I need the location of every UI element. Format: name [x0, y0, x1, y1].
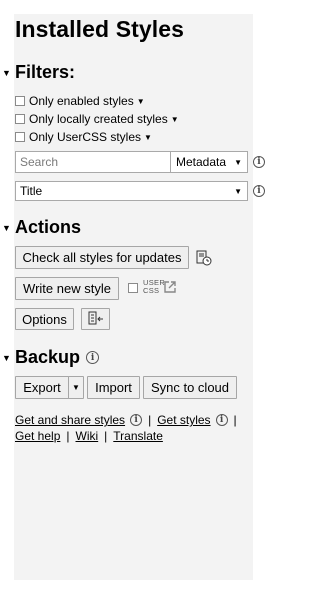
manager-options-icon-button[interactable]	[81, 308, 110, 330]
links-row-1: Get and share styles i | Get styles i |	[15, 413, 243, 427]
write-new-style-label: Write new style	[23, 281, 111, 296]
actions-heading: Actions	[15, 217, 82, 237]
filter-usercss[interactable]: Only UserCSS styles ▼	[15, 130, 152, 144]
link-separator: |	[66, 429, 70, 443]
page-title: Installed Styles	[15, 16, 185, 42]
filter-usercss-label: Only UserCSS styles	[29, 130, 142, 144]
collapse-triangle-icon: ▼	[2, 222, 11, 233]
external-link-icon[interactable]	[163, 280, 177, 299]
filter-enabled-checkbox[interactable]	[15, 96, 25, 106]
collapse-triangle-icon: ▼	[2, 352, 11, 363]
filter-enabled-label: Only enabled styles	[29, 94, 134, 108]
search-input[interactable]: Search	[15, 151, 171, 173]
backup-header[interactable]: ▼ Backup i	[2, 347, 100, 368]
sync-label: Sync to cloud	[150, 380, 230, 395]
actions-header[interactable]: ▼ Actions	[2, 217, 81, 238]
dropdown-caret-icon[interactable]: ▼	[137, 97, 145, 106]
import-label: Import	[95, 380, 132, 395]
search-scope-select[interactable]: Metadata ▼	[170, 151, 248, 173]
search-scope-value: Metadata	[176, 155, 227, 169]
check-updates-button[interactable]: Check all styles for updates	[15, 246, 189, 269]
usercss-icon: USER CSS	[143, 278, 166, 295]
search-placeholder: Search	[20, 155, 59, 169]
collapse-triangle-icon: ▼	[2, 67, 11, 78]
links-row-2: Get help | Wiki | Translate	[15, 429, 163, 443]
info-icon[interactable]: i	[215, 414, 228, 426]
sync-button[interactable]: Sync to cloud	[143, 376, 237, 399]
export-button[interactable]: Export	[15, 376, 69, 399]
import-button[interactable]: Import	[87, 376, 140, 399]
filter-enabled[interactable]: Only enabled styles ▼	[15, 94, 145, 108]
get-share-styles-link[interactable]: Get and share styles	[15, 413, 125, 427]
chevron-down-icon: ▼	[234, 157, 242, 167]
filter-usercss-checkbox[interactable]	[15, 132, 25, 142]
options-label: Options	[22, 311, 67, 327]
chevron-down-icon: ▼	[234, 186, 242, 196]
backup-heading: Backup	[15, 347, 81, 367]
translate-link[interactable]: Translate	[113, 429, 163, 443]
link-separator: |	[148, 413, 152, 427]
info-icon[interactable]: i	[253, 156, 265, 168]
sort-select[interactable]: Title ▼	[15, 181, 248, 201]
check-updates-label: Check all styles for updates	[22, 250, 182, 265]
filter-local-label: Only locally created styles	[29, 112, 168, 126]
dropdown-caret-icon[interactable]: ▼	[171, 115, 179, 124]
link-separator: |	[104, 429, 108, 443]
get-help-link[interactable]: Get help	[15, 429, 60, 443]
options-button[interactable]: Options	[15, 308, 74, 330]
dropdown-caret-icon[interactable]: ▼	[144, 133, 152, 142]
layout-toggle-icon	[88, 311, 104, 328]
info-icon[interactable]: i	[86, 351, 100, 364]
usercss-checkbox[interactable]	[128, 283, 138, 293]
filters-header[interactable]: ▼ Filters:	[2, 62, 75, 83]
export-label: Export	[23, 380, 61, 395]
sort-value: Title	[20, 184, 43, 198]
filter-local[interactable]: Only locally created styles ▼	[15, 112, 179, 126]
info-icon[interactable]: i	[253, 185, 265, 197]
write-new-style-button[interactable]: Write new style	[15, 277, 119, 300]
get-styles-link[interactable]: Get styles	[157, 413, 210, 427]
chevron-down-icon: ▼	[72, 383, 80, 392]
info-icon[interactable]: i	[130, 414, 143, 426]
export-dropdown-button[interactable]: ▼	[68, 376, 84, 399]
filters-heading: Filters:	[15, 62, 76, 82]
wiki-link[interactable]: Wiki	[76, 429, 99, 443]
link-separator: |	[233, 413, 237, 427]
filter-local-checkbox[interactable]	[15, 114, 25, 124]
history-clock-icon[interactable]	[196, 250, 212, 271]
